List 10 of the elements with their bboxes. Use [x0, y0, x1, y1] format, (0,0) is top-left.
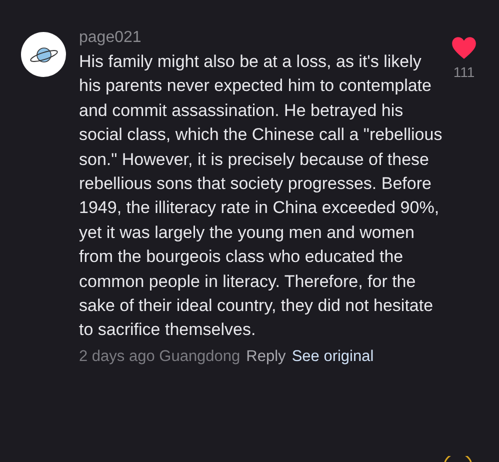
avatar-edge-icon[interactable] — [443, 456, 473, 462]
avatar[interactable] — [21, 32, 66, 77]
reply-link[interactable]: Reply — [246, 346, 286, 367]
username[interactable]: page021 — [79, 28, 447, 48]
comment-meta: 2 days ago Guangdong — [79, 346, 240, 367]
see-original-link[interactable]: See original — [292, 346, 374, 367]
like-count: 111 — [453, 64, 475, 80]
heart-icon[interactable] — [451, 36, 477, 60]
comment-text: His family might also be at a loss, as it's likely his parents never expected him to contemplate and commit assassination. He betrayed his social class, which the Chinese call a "rebellious son." However, it is precisely because of these rebellious sons that society progresses. Before 1949, the illiteracy rate in China exceeded 90%, yet it was largely the young men and women from the bourgeois class who educated the common people in literacy. Therefore, for the sake of their ideal country, they did not hesitate to sacrifice themselves. — [79, 51, 444, 342]
planet-icon — [28, 44, 58, 64]
